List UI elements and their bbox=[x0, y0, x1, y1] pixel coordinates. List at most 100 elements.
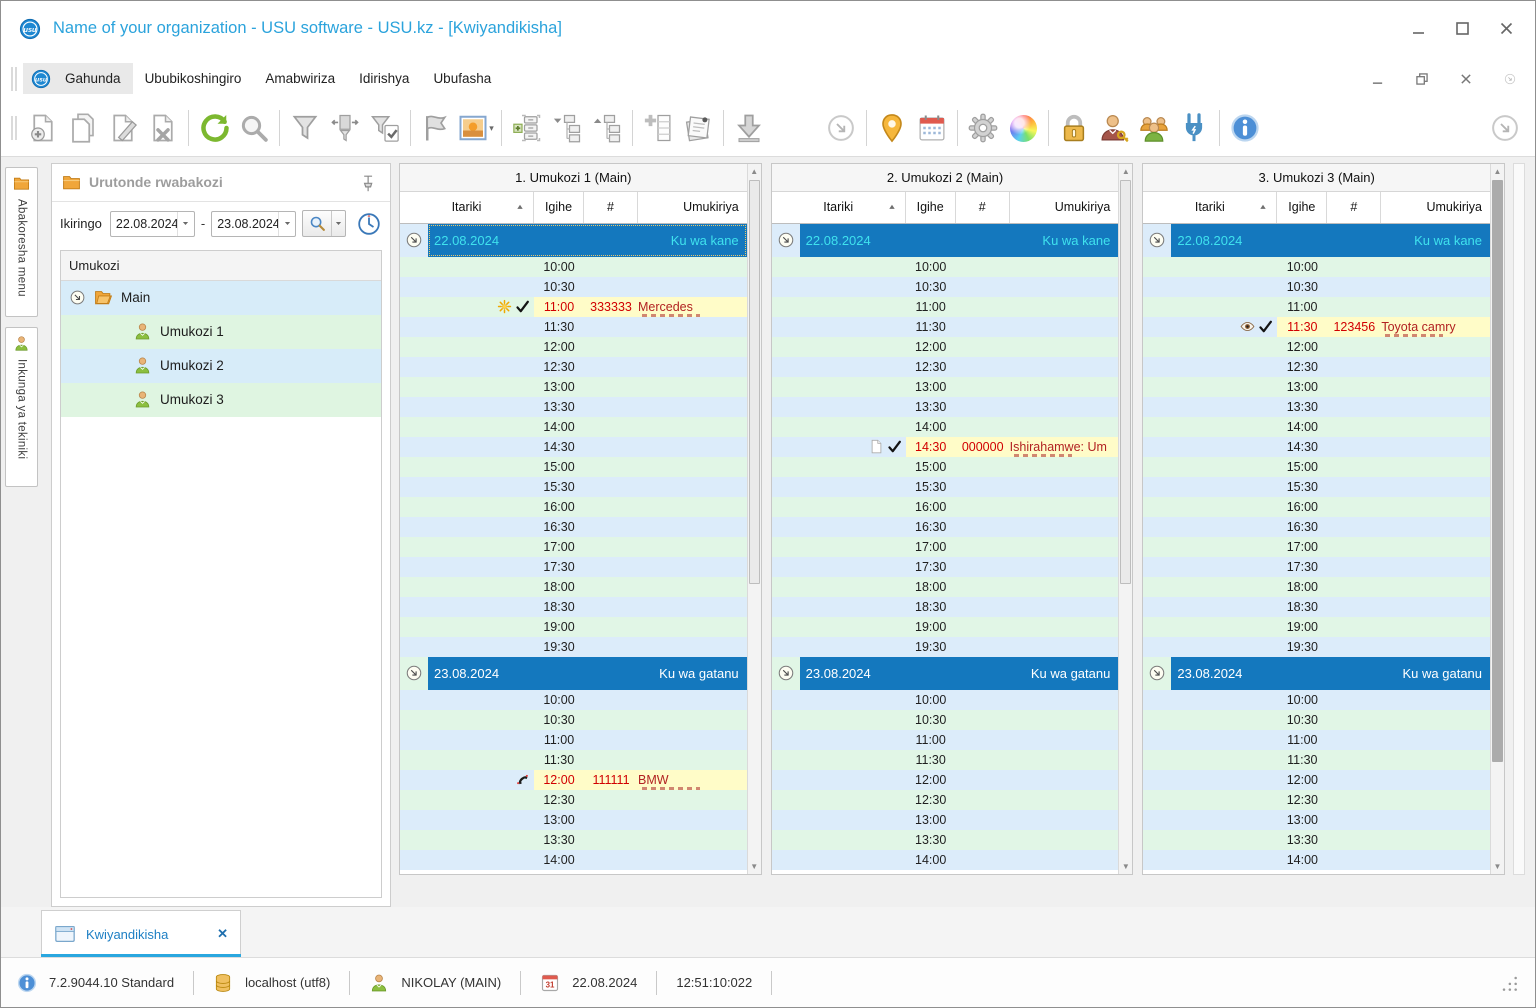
doc-add-button[interactable] bbox=[23, 107, 63, 149]
side-tab-abakoresha-menu[interactable]: Abakoresha menu bbox=[5, 166, 38, 317]
chevron-down-icon[interactable] bbox=[176, 211, 194, 236]
calendar-button[interactable] bbox=[912, 107, 952, 149]
tree-node-umukozi-2[interactable]: Umukozi 2 bbox=[61, 348, 381, 383]
scroll-up-arrow[interactable]: ▲ bbox=[1491, 164, 1504, 179]
time-slot-row[interactable]: 13:30 bbox=[771, 396, 1119, 417]
time-slot-row[interactable]: 12:30 bbox=[400, 356, 747, 377]
mdi-restore-button[interactable] bbox=[1411, 68, 1433, 90]
time-slot-row[interactable]: 18:30 bbox=[1143, 596, 1491, 617]
chevron-down-icon[interactable] bbox=[278, 211, 295, 236]
usu-menu-icon[interactable]: usu bbox=[31, 69, 51, 89]
time-slot-row[interactable]: 10:00 bbox=[1143, 256, 1491, 277]
menu-item-2[interactable]: Amabwiriza bbox=[253, 63, 347, 94]
time-slot-row[interactable]: 16:30 bbox=[400, 516, 747, 537]
search-options-caret[interactable] bbox=[331, 211, 344, 237]
chevron-button[interactable] bbox=[1485, 107, 1525, 149]
scroll-down-arrow[interactable]: ▼ bbox=[1119, 859, 1132, 874]
chevron-button[interactable] bbox=[821, 107, 861, 149]
user-key-button[interactable] bbox=[1094, 107, 1134, 149]
time-slot-row[interactable]: 13:00 bbox=[771, 376, 1119, 397]
date-band-row[interactable]: 23.08.2024 Ku wa gatanu bbox=[1143, 656, 1491, 690]
picture-button[interactable]: ▾ bbox=[456, 107, 496, 149]
appointment-row[interactable]: 14:30 000000 Ishirahamwe: Um bbox=[771, 436, 1119, 457]
time-slot-row[interactable]: 19:30 bbox=[400, 636, 747, 657]
filter-button[interactable] bbox=[285, 107, 325, 149]
column-header-client[interactable]: Umukiriya bbox=[638, 192, 747, 223]
scroll-up-arrow[interactable]: ▲ bbox=[748, 164, 761, 179]
side-tab-inkunga-ya-tekiniki[interactable]: Inkunga ya tekiniki bbox=[5, 326, 38, 487]
search-button[interactable] bbox=[234, 107, 274, 149]
menu-item-4[interactable]: Ubufasha bbox=[421, 63, 503, 94]
time-slot-row[interactable]: 17:00 bbox=[1143, 536, 1491, 557]
time-slot-row[interactable]: 14:00 bbox=[1143, 416, 1491, 437]
time-slot-row[interactable]: 10:30 bbox=[771, 709, 1119, 730]
time-slot-row[interactable]: 12:30 bbox=[1143, 356, 1491, 377]
column-header-client[interactable]: Umukiriya bbox=[1010, 192, 1119, 223]
time-slot-row[interactable]: 10:30 bbox=[1143, 709, 1491, 730]
time-slot-row[interactable]: 15:00 bbox=[400, 456, 747, 477]
time-slot-row[interactable]: 10:00 bbox=[1143, 689, 1491, 710]
time-slot-row[interactable]: 19:30 bbox=[1143, 636, 1491, 657]
time-slot-row[interactable]: 11:00 bbox=[771, 729, 1119, 750]
time-slot-row[interactable]: 12:00 bbox=[771, 336, 1119, 357]
time-slot-row[interactable]: 15:00 bbox=[771, 456, 1119, 477]
mdi-menu-chevron-icon[interactable] bbox=[1499, 68, 1521, 90]
time-slot-row[interactable]: 17:30 bbox=[400, 556, 747, 577]
map-pin-button[interactable] bbox=[872, 107, 912, 149]
time-slot-row[interactable]: 15:30 bbox=[771, 476, 1119, 497]
lock-button[interactable] bbox=[1054, 107, 1094, 149]
appointment-row[interactable]: 11:30 123456 Toyota camry bbox=[1143, 316, 1491, 337]
appointment-row[interactable]: 12:00 111111 BMW bbox=[400, 769, 747, 790]
time-slot-row[interactable]: 11:30 bbox=[400, 316, 747, 337]
time-slot-row[interactable]: 17:00 bbox=[771, 536, 1119, 557]
mdi-close-button[interactable] bbox=[1455, 68, 1477, 90]
time-slot-row[interactable]: 19:00 bbox=[400, 616, 747, 637]
time-slot-row[interactable]: 15:30 bbox=[1143, 476, 1491, 497]
time-slot-row[interactable]: 14:00 bbox=[1143, 849, 1491, 870]
tab-close-icon[interactable]: ✕ bbox=[217, 926, 228, 942]
time-slot-row[interactable]: 16:00 bbox=[400, 496, 747, 517]
scroll-thumb[interactable] bbox=[1492, 179, 1504, 762]
date-band-row[interactable]: 22.08.2024 Ku wa kane bbox=[1143, 223, 1491, 257]
time-slot-row[interactable]: 10:00 bbox=[400, 256, 747, 277]
time-slot-row[interactable]: 10:30 bbox=[400, 276, 747, 297]
menu-item-0[interactable]: Gahunda bbox=[53, 63, 133, 95]
column-header-time[interactable]: Igihe bbox=[534, 191, 584, 223]
date-band-row[interactable]: 23.08.2024 Ku wa gatanu bbox=[771, 656, 1119, 690]
time-slot-row[interactable]: 12:00 bbox=[771, 769, 1119, 790]
plug-button[interactable] bbox=[1174, 107, 1214, 149]
time-slot-row[interactable]: 10:00 bbox=[771, 689, 1119, 710]
time-slot-row[interactable]: 19:00 bbox=[771, 616, 1119, 637]
menu-item-3[interactable]: Idirishya bbox=[347, 63, 421, 94]
time-slot-row[interactable]: 12:30 bbox=[771, 789, 1119, 810]
time-slot-row[interactable]: 11:00 bbox=[1143, 729, 1491, 750]
time-slot-row[interactable]: 19:30 bbox=[771, 636, 1119, 657]
filter-shift-button[interactable] bbox=[325, 107, 365, 149]
tree-node-umukozi-3[interactable]: Umukozi 3 bbox=[61, 382, 381, 417]
time-slot-row[interactable]: 16:30 bbox=[771, 516, 1119, 537]
time-slot-row[interactable]: 10:30 bbox=[1143, 276, 1491, 297]
time-slot-row[interactable]: 16:00 bbox=[771, 496, 1119, 517]
column-header-number[interactable]: # bbox=[956, 191, 1010, 223]
time-slot-row[interactable]: 14:00 bbox=[400, 416, 747, 437]
time-slot-row[interactable]: 17:30 bbox=[1143, 556, 1491, 577]
time-slot-row[interactable]: 13:00 bbox=[1143, 809, 1491, 830]
time-slot-row[interactable]: 16:00 bbox=[1143, 496, 1491, 517]
time-slot-row[interactable]: 18:30 bbox=[771, 596, 1119, 617]
date-band-row[interactable]: 22.08.2024 Ku wa kane bbox=[771, 223, 1119, 257]
tree-expand-button[interactable] bbox=[547, 107, 587, 149]
time-slot-row[interactable]: 17:30 bbox=[771, 556, 1119, 577]
info-button[interactable] bbox=[1225, 107, 1265, 149]
appointment-row[interactable]: 11:00 333333 Mercedes bbox=[400, 296, 747, 317]
column-header-time[interactable]: Igihe bbox=[906, 191, 956, 223]
notes-button[interactable] bbox=[678, 107, 718, 149]
vertical-scrollbar[interactable]: ▲ ▼ bbox=[746, 163, 761, 874]
table-add-button[interactable] bbox=[638, 107, 678, 149]
collapsed-right-panel[interactable] bbox=[1513, 162, 1525, 875]
close-button[interactable] bbox=[1495, 18, 1517, 40]
time-slot-row[interactable]: 11:00 bbox=[771, 296, 1119, 317]
vertical-scrollbar[interactable]: ▲ ▼ bbox=[1118, 163, 1133, 874]
doc-copy-button[interactable] bbox=[63, 107, 103, 149]
time-slot-row[interactable]: 18:00 bbox=[1143, 576, 1491, 597]
refresh-button[interactable] bbox=[194, 107, 234, 149]
